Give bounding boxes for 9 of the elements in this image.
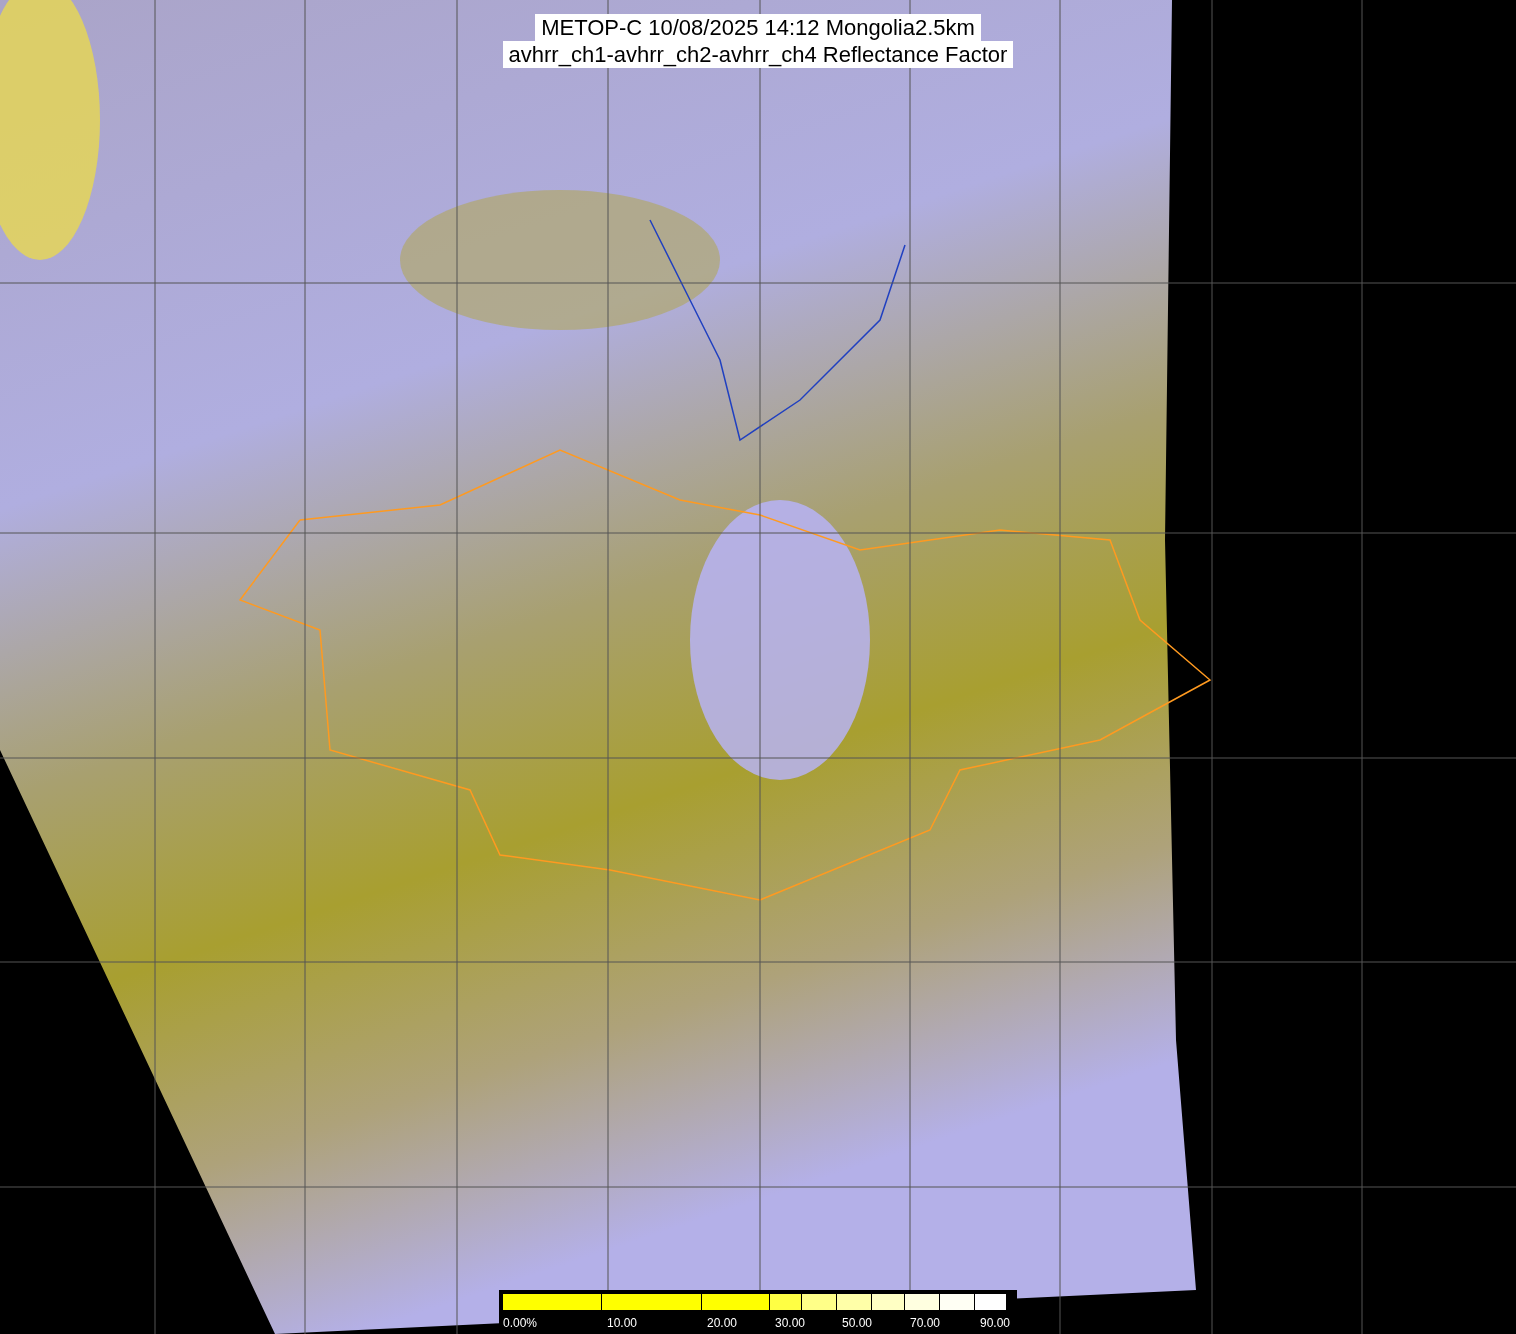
map-title: avhrr_ch1-avhrr_ch2-avhrr_ch4 Reflectance Factor	[502, 41, 1014, 68]
colorbar-label: 50.00	[842, 1316, 873, 1330]
map-title: METOP-C 10/08/2025 14:12 Mongolia2.5km	[535, 14, 981, 41]
colorbar-label: 10.00	[607, 1316, 638, 1330]
colorbar-label: 90.00	[980, 1316, 1011, 1330]
colorbar-label: 20.00	[707, 1316, 738, 1330]
colorbar-label: 0.00%	[503, 1316, 538, 1330]
colorbar-label: 70.00	[910, 1316, 941, 1330]
colorbar-label: 30.00	[775, 1316, 806, 1330]
